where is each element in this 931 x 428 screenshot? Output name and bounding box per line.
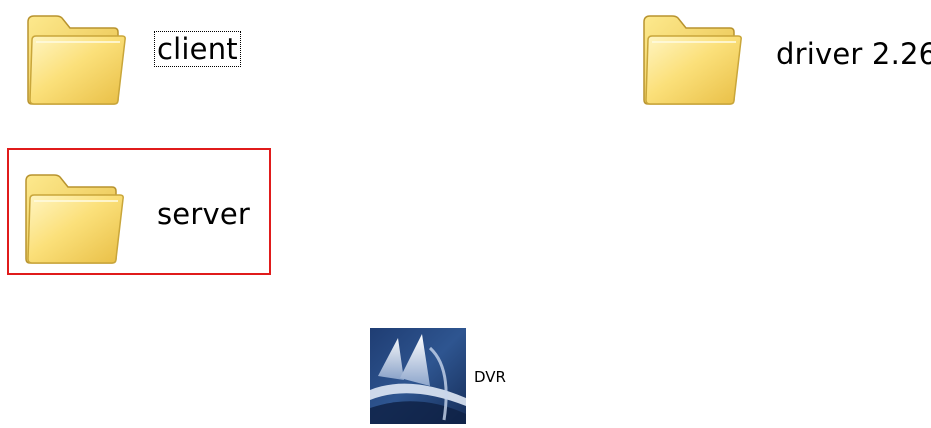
folder-icon	[22, 4, 128, 110]
folder-driver-label: driver 2.26	[776, 37, 931, 71]
dvr-app-icon	[370, 328, 466, 424]
app-dvr-label: DVR	[474, 368, 506, 386]
app-dvr[interactable]: DVR	[370, 328, 530, 424]
folder-client-label: client	[154, 31, 241, 67]
folder-driver[interactable]: driver 2.26	[638, 4, 931, 110]
folder-icon	[20, 163, 126, 269]
folder-client[interactable]: client	[22, 4, 242, 110]
folder-icon	[638, 4, 744, 110]
folder-server-label: server	[157, 197, 251, 231]
folder-server[interactable]: server	[20, 163, 250, 269]
